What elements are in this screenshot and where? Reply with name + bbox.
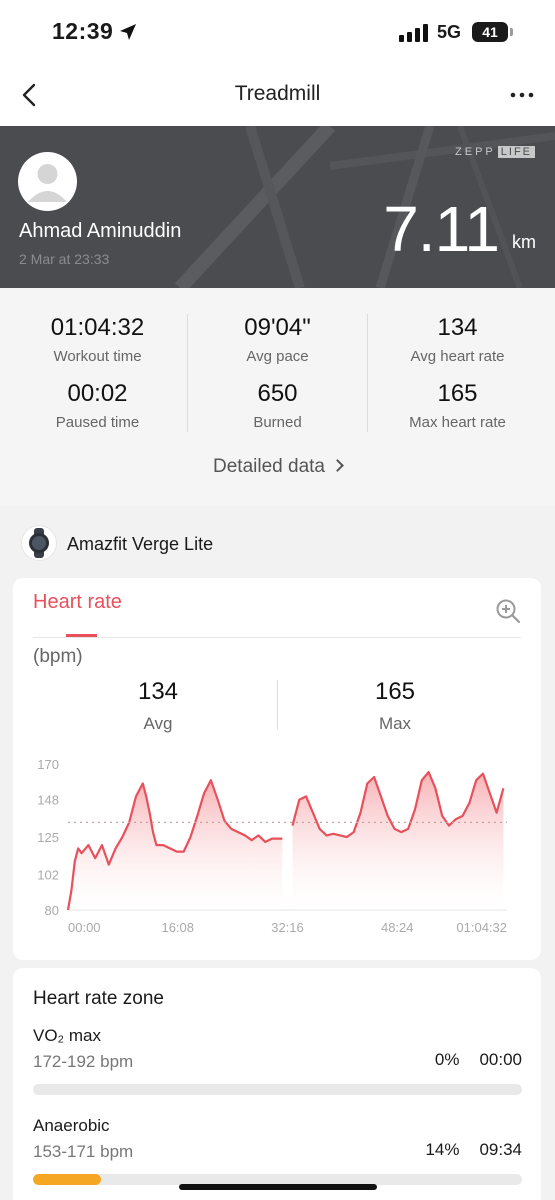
stat-label: Avg pace (246, 348, 309, 365)
stat-label: Paused time (55, 414, 140, 431)
zone-stats: 0% 00:00 (435, 1050, 522, 1070)
stat-label: Workout time (53, 348, 142, 365)
stat-value: 01:04:32 (50, 314, 145, 341)
zone-stats: 14% 09:34 (425, 1140, 522, 1160)
stat-workout-time: 01:04:32 Workout time (5, 314, 190, 365)
stat-value: 00:02 (67, 380, 128, 407)
hr-max: 165 Max (263, 678, 527, 734)
distance-value: 7.11 (383, 193, 500, 265)
zone-progress-bar (33, 1084, 522, 1095)
hr-avg-value: 134 (137, 678, 179, 705)
stat-max-heart-rate: 165 Max heart rate (365, 380, 550, 431)
zone-name: VO₂ max (33, 1026, 101, 1045)
network-type: 5G (437, 22, 462, 42)
zone-progress-fill (33, 1174, 102, 1185)
hr-avg-label: Avg (143, 714, 173, 733)
page-title: Treadmill (234, 82, 321, 105)
divider (187, 314, 188, 432)
brand-logo: ZEPP LIFE (455, 146, 535, 158)
hr-avg: 134 Avg (26, 678, 290, 734)
workout-date: 2 Mar at 23:33 (19, 251, 110, 267)
zone-time: 09:34 (479, 1140, 522, 1159)
x-tick-label: 32:16 (271, 920, 304, 935)
smartwatch-icon (22, 526, 56, 560)
stat-label: Max heart rate (409, 414, 506, 431)
y-tick-label: 80 (45, 903, 59, 918)
section-title: Heart rate zone (33, 988, 164, 1009)
x-tick-label: 48:24 (381, 920, 414, 935)
zone-percent: 14% (425, 1140, 460, 1159)
stat-value: 09'04" (244, 314, 311, 341)
stat-label: Avg heart rate (410, 348, 505, 365)
device-row: Amazfit Verge Lite (0, 520, 555, 570)
stat-paused-time: 00:02 Paused time (5, 380, 190, 431)
user-name: Ahmad Aminuddin (19, 220, 182, 242)
heart-rate-card: Heart rate (bpm) 134 Avg 165 Max 80 102 12… (13, 578, 541, 960)
y-tick-label: 170 (37, 757, 59, 772)
workout-summary-header: Ahmad Aminuddin 2 Mar at 23:33 ZEPP LIFE … (0, 126, 555, 288)
stat-avg-pace: 09'04" Avg pace (185, 314, 370, 365)
hr-max-value: 165 (374, 678, 416, 705)
stat-value: 165 (437, 380, 478, 407)
more-options-icon[interactable] (507, 80, 537, 110)
zone-vo2-max[interactable]: VO₂ max 172-192 bpm 0% 00:00 (33, 1026, 522, 1102)
zone-percent: 0% (434, 1050, 460, 1069)
x-tick-label: 16:08 (161, 920, 194, 935)
chevron-right-icon (331, 459, 344, 472)
x-tick-label: 01:04:32 (456, 920, 507, 935)
zone-time: 00:00 (479, 1050, 522, 1069)
x-tick-label: 00:00 (68, 920, 101, 935)
zoom-in-icon[interactable] (495, 598, 521, 624)
y-tick-label: 148 (37, 793, 59, 808)
nav-bar: Treadmill (0, 64, 555, 126)
location-arrow-icon (120, 24, 136, 40)
home-indicator[interactable] (179, 1184, 377, 1190)
stat-label: Burned (253, 414, 302, 431)
chart-unit: (bpm) (33, 646, 83, 667)
battery-icon: 41 (472, 22, 513, 42)
zone-anaerobic[interactable]: Anaerobic 153-171 bpm 14% 09:34 (33, 1116, 522, 1192)
divider (367, 314, 368, 432)
hr-max-label: Max (378, 714, 412, 733)
heart-rate-chart[interactable]: 80 102 125 148 170 00:00 16:08 32:16 48:24 01:04:… (13, 750, 541, 940)
y-tick-label: 102 (37, 867, 59, 882)
divider (33, 637, 521, 638)
y-tick-label: 125 (37, 830, 59, 845)
zone-name: Anaerobic (33, 1116, 110, 1135)
heart-rate-area (68, 780, 283, 910)
status-time: 12:39 (52, 18, 114, 44)
stat-value: 650 (257, 380, 298, 407)
detailed-data-link[interactable]: Detailed data (0, 456, 555, 478)
stat-burned: 650 Burned (185, 380, 370, 431)
stat-avg-heart-rate: 134 Avg heart rate (365, 314, 550, 365)
avatar[interactable] (18, 152, 77, 211)
heart-rate-zone-card: Heart rate zone VO₂ max 172-192 bpm 0% 00… (13, 968, 541, 1200)
cellular-signal-icon (399, 24, 428, 42)
device-name: Amazfit Verge Lite (67, 534, 214, 554)
workout-stats: 01:04:32 Workout time 09'04" Avg pace 13… (0, 288, 555, 506)
tab-heart-rate[interactable]: Heart rate (33, 591, 122, 614)
stat-value: 134 (437, 314, 478, 341)
distance-unit: km (512, 232, 536, 252)
status-bar: 12:39 5G 41 (0, 0, 555, 64)
